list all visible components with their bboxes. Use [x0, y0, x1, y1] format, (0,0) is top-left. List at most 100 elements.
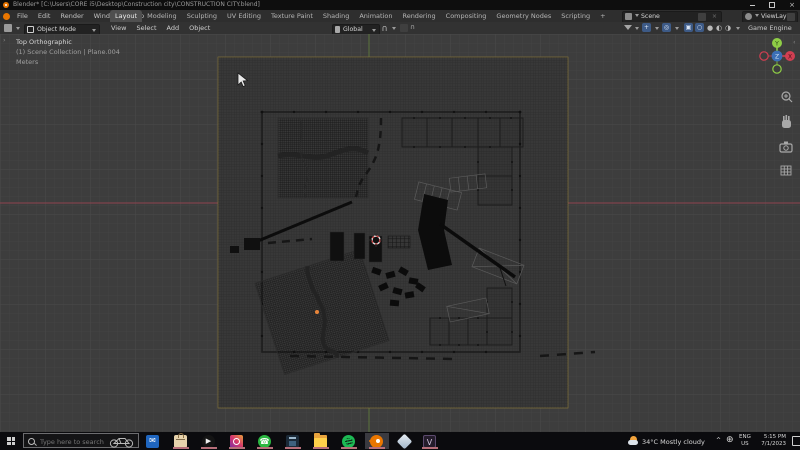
chevron-down-icon	[16, 27, 20, 30]
spotify-icon	[342, 435, 355, 448]
window-title: Blender* [C:\Users\CORE i5\Desktop\Const…	[13, 0, 260, 10]
menu-edit[interactable]: Edit	[33, 10, 56, 22]
falloff-curve-icon[interactable]: ∩	[410, 23, 415, 31]
taskbar-app-calculator[interactable]	[281, 433, 305, 449]
taskbar-app-media-player[interactable]: ▶	[197, 433, 221, 449]
weather-text[interactable]: 34°C Mostly cloudy	[642, 438, 705, 446]
tab-compositing[interactable]: Compositing	[441, 10, 492, 22]
engine-label: Game Engine	[748, 22, 792, 34]
taskbar-app-store[interactable]	[169, 433, 193, 449]
unlink-scene-icon[interactable]: ×	[710, 12, 719, 21]
tab-animation[interactable]: Animation	[354, 10, 397, 22]
orientation-icon	[335, 26, 340, 33]
gizmo-y-label: Y	[774, 40, 779, 47]
taskbar-app-spotify[interactable]	[337, 433, 361, 449]
clock-date: 7/1/2023	[758, 441, 786, 448]
menu-render[interactable]: Render	[55, 10, 88, 22]
notification-keyboard-icon[interactable]	[792, 436, 800, 446]
tray-chevron-icon[interactable]: ^	[716, 437, 721, 444]
chevron-down-icon	[736, 27, 740, 30]
object-visibility-filter-icon[interactable]	[624, 25, 632, 30]
chevron-down-icon	[372, 29, 376, 32]
menu-view[interactable]: View	[106, 22, 131, 34]
gizmo-minus-x-axis[interactable]	[760, 52, 768, 60]
chevron-down-icon	[655, 27, 659, 30]
cube-icon	[397, 433, 413, 449]
sidebar-toggle-arrow-icon[interactable]: ‹	[793, 38, 796, 46]
close-button[interactable]: ×	[786, 2, 798, 9]
taskbar-app-mail[interactable]: ✉	[141, 433, 165, 449]
tab-scripting[interactable]: Scripting	[556, 10, 595, 22]
clock[interactable]: 5:15 PM 7/1/2023	[758, 434, 786, 448]
gizmo-minus-y-axis[interactable]	[773, 65, 781, 73]
windows-taskbar: ✉ ▶ ☎ V 34°C Mostly cloudy ^ ⊕ ENG US 5:…	[0, 432, 800, 450]
shading-wireframe-icon[interactable]: ○	[695, 23, 704, 32]
3d-viewport[interactable]: Y X Z	[0, 34, 800, 432]
chevron-down-icon	[635, 14, 639, 17]
network-globe-icon[interactable]: ⊕	[726, 435, 734, 445]
start-button[interactable]	[0, 432, 22, 450]
viewlayer-extra-icon[interactable]	[787, 13, 795, 21]
tab-uv-editing[interactable]: UV Editing	[222, 10, 266, 22]
new-scene-icon[interactable]	[698, 13, 706, 21]
taskbar-app-3d-viewer[interactable]	[393, 433, 417, 449]
proportional-editing-icon[interactable]	[400, 24, 408, 32]
shading-material-icon[interactable]: ◐	[716, 23, 722, 33]
taskbar-app-file-explorer[interactable]	[309, 433, 333, 449]
overlays-toggle-icon[interactable]: ◎	[662, 23, 671, 32]
scene-icon	[625, 13, 632, 20]
scene-name: Scene	[641, 13, 660, 20]
clock-time: 5:15 PM	[758, 434, 786, 441]
rebar-grid[interactable]	[388, 236, 410, 248]
shading-rendered-icon[interactable]: ◑	[725, 23, 731, 33]
editor-type-icon[interactable]	[4, 24, 12, 32]
search-doodle-bicycle-icon	[108, 435, 136, 448]
tab-layout[interactable]: Layout	[110, 10, 142, 22]
snap-magnet-icon[interactable]: U	[382, 23, 387, 33]
tab-shading[interactable]: Shading	[318, 10, 354, 22]
search-input[interactable]	[38, 434, 112, 449]
taskbar-search[interactable]	[23, 433, 139, 448]
instagram-icon	[230, 435, 243, 448]
shading-solid-icon[interactable]: ●	[707, 23, 713, 33]
menu-object[interactable]: Object	[184, 22, 215, 34]
collection-breadcrumb: (1) Scene Collection | Plane.004	[16, 48, 120, 56]
chevron-down-icon	[675, 27, 679, 30]
system-tray: 34°C Mostly cloudy ^ ⊕ ENG US 5:15 PM 7/…	[620, 432, 800, 450]
mode-label: Object Mode	[37, 26, 76, 33]
ground-plane-object[interactable]	[218, 57, 568, 408]
taskbar-app-blender-active[interactable]	[365, 433, 389, 449]
gizmo-z-label: Z	[775, 53, 779, 60]
menu-file[interactable]: File	[12, 10, 33, 22]
language-indicator[interactable]: ENG US	[739, 434, 751, 448]
folder-icon	[314, 435, 327, 448]
taskbar-app-whatsapp[interactable]: ☎	[253, 433, 277, 449]
orientation-label: Global	[343, 26, 363, 33]
chevron-down-icon	[92, 29, 96, 32]
minimize-button[interactable]	[746, 2, 758, 9]
units-label: Meters	[16, 58, 38, 66]
tab-modeling[interactable]: Modeling	[142, 10, 182, 22]
add-workspace-button[interactable]: +	[595, 10, 610, 22]
language-line1: ENG	[739, 434, 751, 441]
terrain-patch-top-left[interactable]	[278, 118, 368, 198]
viewport-canvas[interactable]: Y X Z	[0, 34, 800, 432]
snap-settings-chevron-icon[interactable]	[392, 27, 396, 30]
maximize-button[interactable]	[766, 2, 778, 9]
window-titlebar: Blender* [C:\Users\CORE i5\Desktop\Const…	[0, 0, 800, 10]
taskbar-app-v[interactable]: V	[418, 433, 442, 449]
tab-rendering[interactable]: Rendering	[397, 10, 440, 22]
taskbar-app-instagram[interactable]	[225, 433, 249, 449]
store-icon	[174, 435, 187, 448]
tab-geometry-nodes[interactable]: Geometry Nodes	[491, 10, 556, 22]
calculator-icon	[286, 435, 299, 448]
tab-sculpting[interactable]: Sculpting	[182, 10, 222, 22]
tab-texture-paint[interactable]: Texture Paint	[266, 10, 318, 22]
search-icon	[28, 438, 35, 445]
toolbar-toggle-arrow-icon[interactable]: ›	[3, 36, 6, 44]
menu-select[interactable]: Select	[131, 22, 161, 34]
xray-toggle-icon[interactable]: ▣	[684, 23, 693, 32]
blender-menu-icon[interactable]	[3, 13, 10, 20]
menu-add[interactable]: Add	[162, 22, 185, 34]
gizmos-toggle-icon[interactable]: +	[642, 23, 651, 32]
